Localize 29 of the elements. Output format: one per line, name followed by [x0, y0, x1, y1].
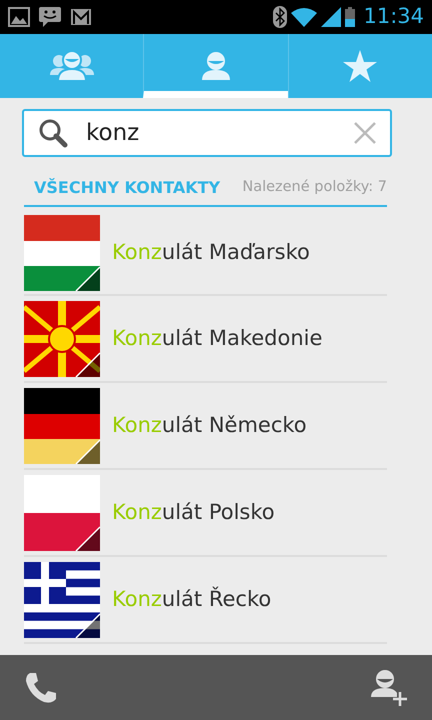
search-input[interactable]: konz	[84, 114, 338, 152]
search-field[interactable]: konz	[22, 109, 392, 157]
phone-icon[interactable]	[24, 670, 58, 704]
groups-icon	[50, 51, 94, 81]
add-contact-icon[interactable]	[370, 668, 408, 706]
contact-name[interactable]: Konzulát Polsko	[112, 496, 275, 528]
signal-icon	[321, 7, 342, 27]
message-icon	[38, 6, 62, 28]
clear-button[interactable]	[354, 122, 376, 144]
clock: 11:34	[363, 3, 424, 30]
contact-name[interactable]: Konzulát Německo	[112, 410, 307, 442]
flag-icon	[24, 300, 100, 376]
flag-icon	[24, 214, 100, 290]
wifi-icon	[291, 7, 318, 27]
contact-name[interactable]: Konzulát Makedonie	[112, 322, 322, 354]
person-icon	[200, 52, 231, 80]
flag-icon	[24, 388, 100, 464]
gallery-icon	[8, 7, 30, 27]
result-count: Nalezené položky: 7	[242, 178, 387, 198]
contact-name[interactable]: Konzulát Maďarsko	[112, 236, 310, 268]
flag-icon	[24, 562, 100, 638]
mail-icon	[70, 8, 92, 26]
star-icon	[343, 50, 378, 82]
section-title: VŠECHNY KONTAKTY	[34, 177, 220, 199]
search-icon	[38, 118, 68, 148]
flag-icon	[24, 474, 100, 550]
bluetooth-icon	[273, 6, 288, 28]
battery-icon	[345, 7, 356, 27]
contact-name[interactable]: Konzulát Řecko	[112, 584, 272, 616]
